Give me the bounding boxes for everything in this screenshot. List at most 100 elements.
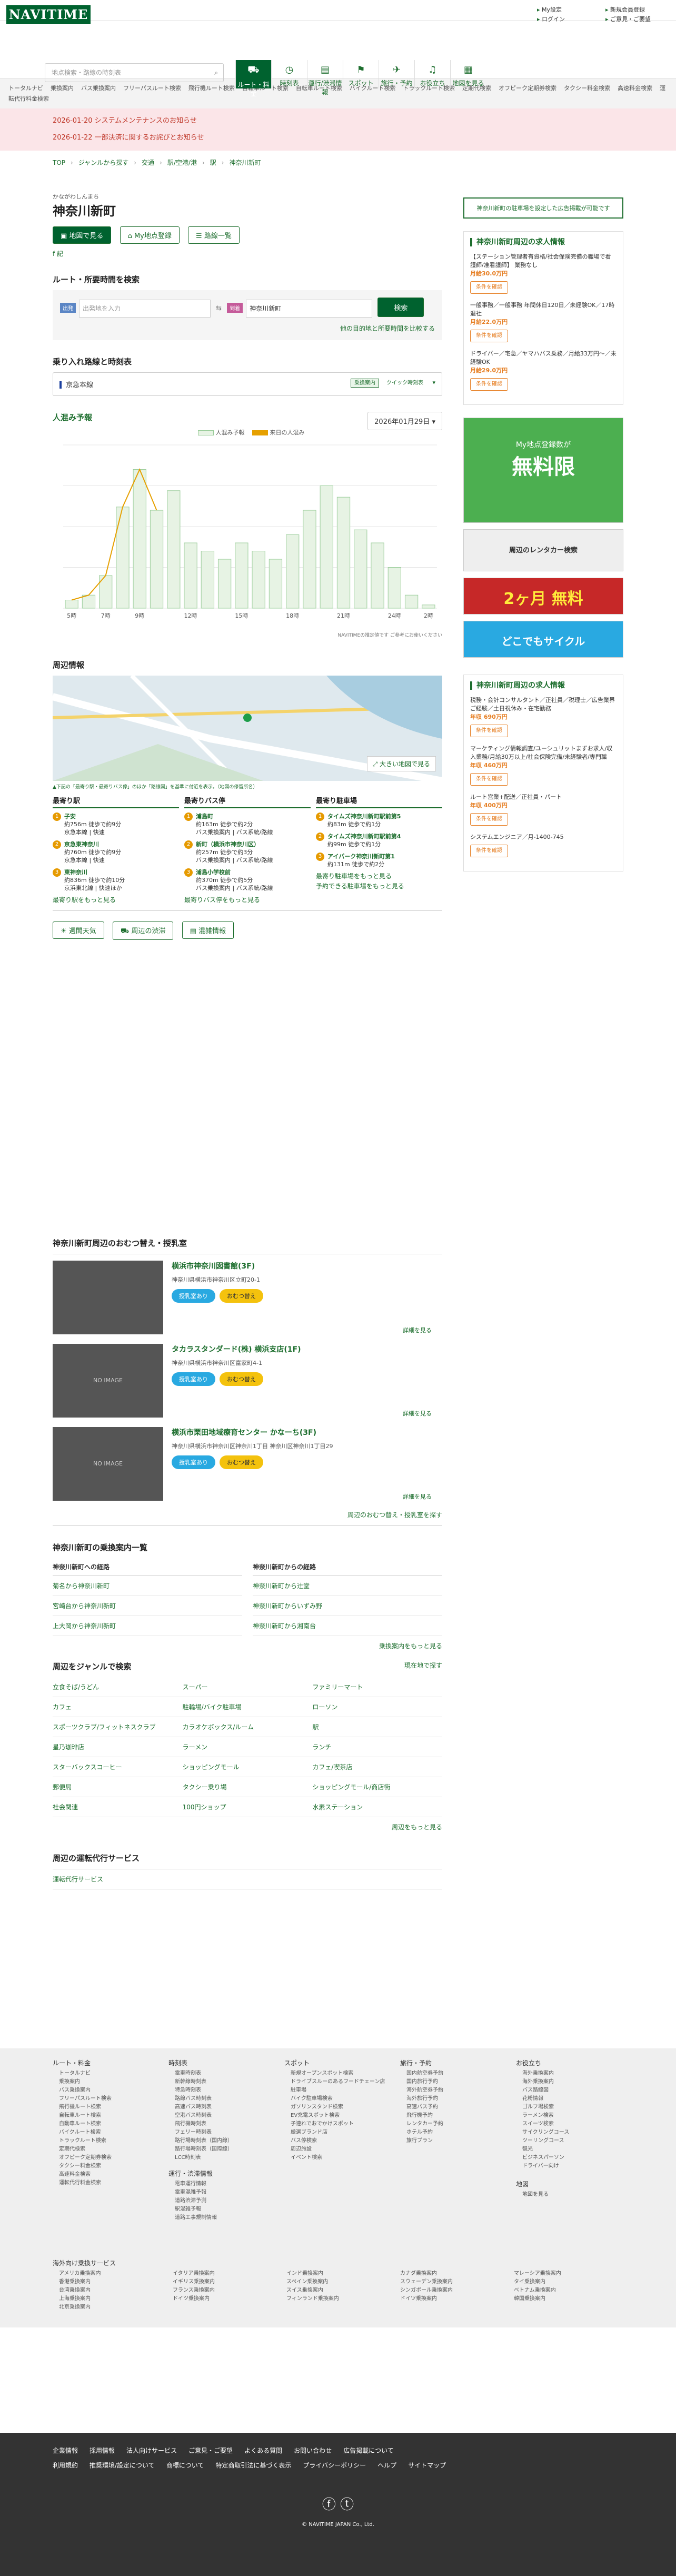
category-link[interactable]: タクシー料金検索 [564, 85, 610, 92]
job-text[interactable]: ドライバー／宅急／ヤマハバス乗務／月給33万円〜／未経験OK [470, 350, 617, 366]
nav-travel[interactable]: ✈ 旅行・予約 [379, 60, 414, 88]
footer-link[interactable]: バス路線図 [516, 2086, 569, 2095]
footer-link[interactable]: 子連れでおでかけスポット [284, 2120, 385, 2128]
large-map-button[interactable]: ⤢ 大きい地図で見る [366, 756, 436, 771]
job-check-button[interactable]: 条件を確認 [470, 330, 508, 342]
genre-link[interactable]: 郵便局 [53, 1777, 183, 1797]
footer-link[interactable]: ラーメン検索 [516, 2112, 569, 2120]
breadcrumb-item[interactable]: TOP [53, 159, 65, 166]
footer-bottom-link[interactable]: よくある質問 [244, 2447, 282, 2454]
footer-bottom-link[interactable]: 法人向けサービス [126, 2447, 177, 2454]
genre-link[interactable]: スターバックスコーヒー [53, 1757, 183, 1777]
job-check-button[interactable]: 条件を確認 [470, 725, 508, 737]
nearby-item[interactable]: 3 東神奈川 約836m 徒歩で約10分 京浜東北線 | 快速ほか [53, 868, 179, 892]
footer-link[interactable]: フィンランド乗換案内 [280, 2295, 394, 2303]
facility-name[interactable]: 横浜市栗田地域療育センター かなーち(3F) [172, 1427, 333, 1438]
nav-route[interactable]: ⛟ ルート・料金 [235, 60, 271, 97]
footer-bottom-link[interactable]: 商標について [166, 2462, 204, 2469]
my-spot-button[interactable]: ⌂ My地点登録 [120, 226, 180, 244]
footer-bottom-link[interactable]: 企業情報 [53, 2447, 78, 2454]
nav-spot[interactable]: ⚑ スポット [343, 60, 379, 88]
footer-link[interactable]: マレーシア乗換案内 [508, 2270, 621, 2278]
notice-item[interactable]: 2026-01-22 一部決済に関するお詫びとお知らせ [53, 130, 623, 146]
footer-link[interactable]: フランス乗換案内 [166, 2286, 280, 2295]
transfer-more[interactable]: 乗換案内をもっと見る [53, 1641, 442, 1650]
nearby-item[interactable]: 3 浦島小学校前 約370m 徒歩で約5分 バス乗換案内 | バス系統/路線 [184, 868, 311, 892]
footer-link[interactable]: オフピーク定期券検索 [53, 2154, 112, 2162]
ad-banner-premium[interactable]: 2ヶ月 無料 [463, 578, 623, 615]
nearby-item[interactable]: 1 子安 約756m 徒歩で約9分 京急本線 | 快速 [53, 812, 179, 836]
footer-link[interactable]: 駐車場 [284, 2086, 385, 2095]
category-link[interactable]: フリーパスルート検索 [123, 85, 181, 92]
footer-link[interactable]: イタリア乗換案内 [166, 2270, 280, 2278]
footer-link[interactable]: 自転車ルート検索 [53, 2112, 112, 2120]
breadcrumb-item[interactable]: 駅 [210, 159, 216, 166]
ad-banner-rent[interactable]: 周辺のレンタカー検索 [463, 529, 623, 571]
nearby-more-link[interactable]: 最寄り駅をもっと見る [53, 896, 179, 904]
transfer-link[interactable]: 神奈川新町からいずみ野 [253, 1596, 442, 1616]
footer-link[interactable]: 韓国乗換案内 [508, 2295, 621, 2303]
nav-timetable[interactable]: ◷ 時刻表 [271, 60, 307, 88]
footer-link[interactable]: 台湾乗換案内 [53, 2286, 166, 2295]
footer-bottom-link[interactable]: 利用規約 [53, 2462, 78, 2469]
footer-link[interactable]: 特急時刻表 [168, 2086, 233, 2095]
twitter-icon[interactable]: ⓣ [340, 2497, 354, 2513]
nav-map[interactable]: ▦ 地図を見る [450, 60, 486, 88]
genre-link[interactable]: カフェ/喫茶店 [312, 1757, 442, 1777]
swap-icon[interactable]: ⇆ [216, 304, 222, 312]
notice-item[interactable]: 2026-01-20 システムメンテナンスのお知らせ [53, 113, 623, 130]
nearby-item[interactable]: 2 新町（横浜市神奈川区） 約257m 徒歩で約3分 バス乗換案内 | バス系統/路線 [184, 840, 311, 864]
genre-link[interactable]: 水素ステーション [312, 1797, 442, 1817]
job-text[interactable]: 税務・会計コンサルタント／正社員／税理士／広告業界ご経験／土日祝休み・在宅勤務 [470, 696, 617, 713]
detail-link[interactable]: 詳細を見る [403, 1492, 432, 1501]
genre-more[interactable]: 周辺をもっと見る [53, 1822, 442, 1831]
category-link[interactable]: 乗換案内 [51, 85, 74, 92]
genre-link[interactable]: ランチ [312, 1737, 442, 1757]
footer-link[interactable]: 地図を見る [516, 2191, 549, 2199]
footer-link[interactable]: ドライバー向け [516, 2162, 569, 2171]
footer-link[interactable]: 海外乗換案内 [516, 2078, 569, 2086]
breadcrumb-item[interactable]: 駅/空港/港 [167, 159, 197, 166]
detail-link[interactable]: 詳細を見る [403, 1326, 432, 1334]
job-text[interactable]: 【ステーション管理者有資格/社会保険完備の職場で看護師/准看護師】 業務なし [470, 253, 617, 270]
footer-link[interactable]: 電車混雑予報 [168, 2188, 217, 2197]
footer-link[interactable]: ドイツ乗換案内 [394, 2295, 508, 2303]
footer-bottom-link[interactable]: 広告掲載について [343, 2447, 394, 2454]
footer-link[interactable]: 駅混雑予報 [168, 2205, 217, 2214]
genre-link[interactable]: ファミリーマート [312, 1677, 442, 1697]
footer-link[interactable]: ドライブスルーのあるフードチェーン店 [284, 2078, 385, 2086]
register-link[interactable]: 新規会員登録 [605, 5, 651, 15]
footer-link[interactable]: 北京乗換案内 [53, 2303, 166, 2312]
footer-link[interactable]: シンガポール乗換案内 [394, 2286, 508, 2295]
footer-link[interactable]: スイス乗換案内 [280, 2286, 394, 2295]
traffic-button[interactable]: ⛟ 周辺の渋滞 [112, 921, 174, 940]
footer-link[interactable]: 高速バス予約 [400, 2103, 443, 2112]
weather-button[interactable]: ☀ 週間天気 [53, 921, 104, 939]
transfer-link[interactable]: 上大岡から神奈川新町 [53, 1616, 242, 1636]
my-settings-link[interactable]: My設定 [537, 5, 565, 15]
footer-link[interactable]: 路行場時刻表（国際線） [168, 2145, 233, 2154]
compare-link[interactable]: 他の目的地と所要時間を比較する [60, 324, 435, 333]
genre-link[interactable]: ショッピングモール [182, 1757, 313, 1777]
footer-link[interactable]: 上海乗換案内 [53, 2295, 166, 2303]
nursing-more[interactable]: 周辺のおむつ替え・授乳室を探す [53, 1510, 442, 1526]
transfer-link[interactable]: 神奈川新町から辻堂 [253, 1576, 442, 1596]
proxy-link[interactable]: 運転代行サービス [53, 1869, 442, 1889]
footer-link[interactable]: 海外乗換案内 [516, 2069, 569, 2078]
route-search-button[interactable]: 検索 [377, 298, 424, 317]
genre-link[interactable]: 立食そば/うどん [53, 1677, 183, 1697]
footer-link[interactable]: ベトナム乗換案内 [508, 2286, 621, 2295]
facility-name[interactable]: 横浜市神奈川図書館(3F) [172, 1261, 267, 1271]
breadcrumb-item[interactable]: 神奈川新町 [230, 159, 261, 166]
line-list-button[interactable]: ☰ 路線一覧 [188, 226, 240, 244]
footer-link[interactable]: イベント検索 [284, 2154, 385, 2162]
nearby-more-link[interactable]: 最寄りバス停をもっと見る [184, 896, 311, 904]
genre-link[interactable]: 駅 [312, 1717, 442, 1737]
nav-useful[interactable]: ♫ お役立ち [414, 60, 450, 88]
footer-link[interactable]: 空港バス時刻表 [168, 2112, 233, 2120]
job-text[interactable]: マーケティング情報調査/ユーシュリットまずお求人/収入業務/月給30万以上/社会… [470, 745, 617, 761]
job-text[interactable]: 一般事務／一般事務 年間休日120日／未経験OK／17時退社 [470, 301, 617, 318]
footer-link[interactable]: バス停検索 [284, 2137, 385, 2145]
job-check-button[interactable]: 条件を確認 [470, 845, 508, 857]
transfer-link[interactable]: 神奈川新町から湘南台 [253, 1616, 442, 1636]
